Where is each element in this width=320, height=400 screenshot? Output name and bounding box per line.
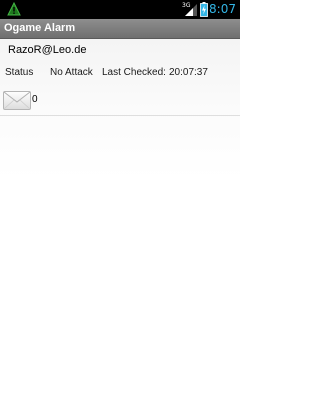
- main-content: RazoR@Leo.de Status No Attack Last Check…: [0, 39, 240, 400]
- system-status-bar: 3G 8:07: [0, 0, 240, 19]
- status-row: Status No Attack Last Checked: 20:07:37: [5, 67, 237, 81]
- status-label: Status: [5, 67, 34, 78]
- message-count: 0: [32, 94, 38, 105]
- app-title-bar: Ogame Alarm: [0, 19, 240, 39]
- messages-row[interactable]: 0: [0, 88, 240, 114]
- status-value: No Attack: [50, 67, 93, 78]
- warning-icon: [7, 2, 21, 16]
- divider: [0, 115, 240, 116]
- account-name: RazoR@Leo.de: [8, 44, 87, 56]
- last-checked-time: 20:07:37: [169, 67, 208, 78]
- clock: 8:07: [209, 2, 236, 16]
- signal-icon: 3G: [182, 2, 197, 16]
- app-title: Ogame Alarm: [4, 22, 76, 34]
- envelope-icon: [3, 91, 31, 110]
- last-checked-label: Last Checked:: [102, 67, 166, 78]
- network-type-label: 3G: [182, 2, 191, 9]
